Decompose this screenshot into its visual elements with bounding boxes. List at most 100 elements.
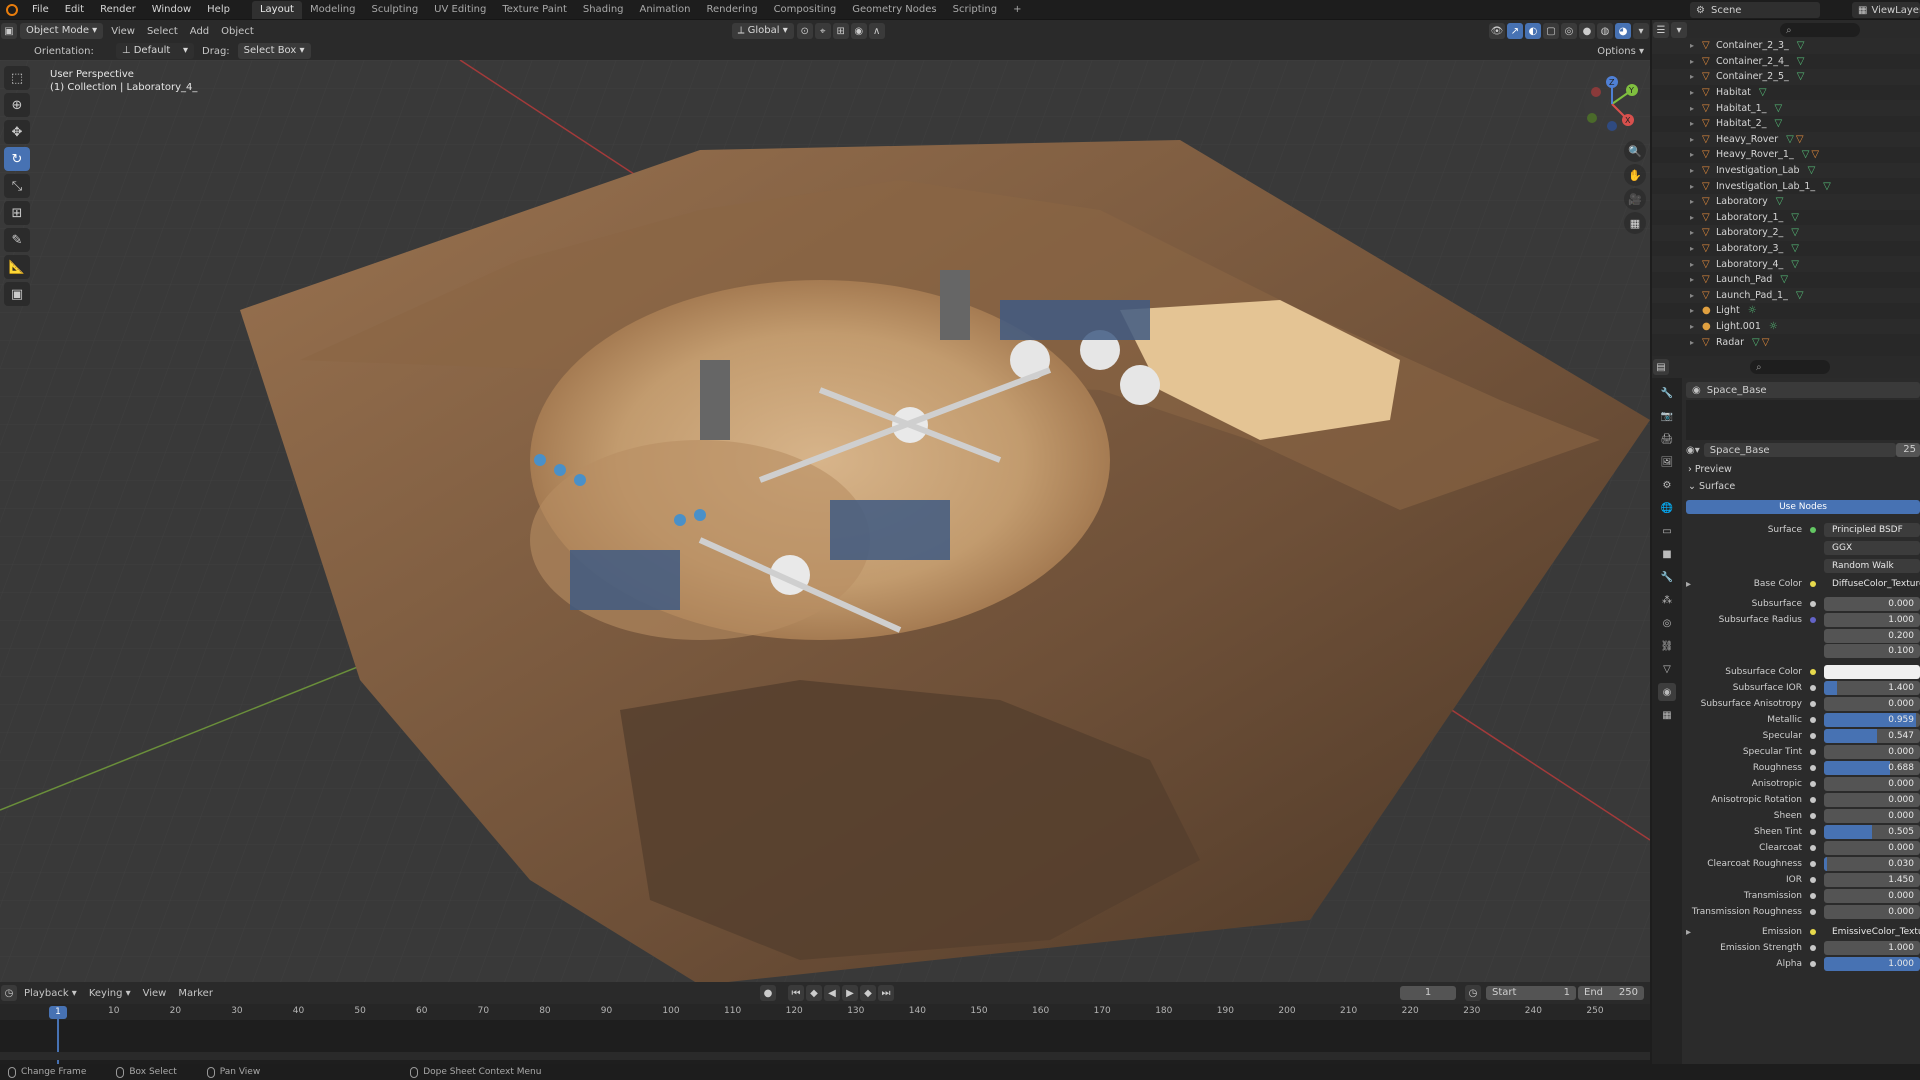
mesh-data-icon[interactable]: ▽ (1797, 56, 1805, 67)
bsdf-input-value-field[interactable]: 0.030 (1824, 857, 1920, 871)
timeline-ruler[interactable]: 10 20 30 40 50 60 70 80 90 100 110 120 130 140 150 160 1… (0, 1004, 1650, 1020)
material-users-count[interactable]: 25 (1896, 443, 1920, 457)
jump-start-icon[interactable]: ⏮ (787, 985, 804, 1001)
add-cube-tool-icon[interactable]: ▣ (4, 282, 30, 306)
next-keyframe-icon[interactable]: ◆ (859, 985, 876, 1001)
transform-tool-icon[interactable]: ⊞ (4, 201, 30, 225)
rotate-tool-icon[interactable]: ↻ (4, 147, 30, 171)
outliner-item[interactable]: ▸ ● Light.001 ☼ (1652, 318, 1920, 335)
outliner-display-mode-icon[interactable]: ▾ (1671, 22, 1687, 38)
menu-help[interactable]: Help (199, 0, 238, 20)
start-frame-field[interactable]: Start 1 (1486, 986, 1576, 1000)
proportional-editing-icon[interactable]: ◉ (850, 23, 867, 39)
mesh-data-icon[interactable]: ▽ (1791, 243, 1799, 254)
tab-sculpting[interactable]: Sculpting (363, 1, 426, 19)
tab-scripting[interactable]: Scripting (945, 1, 1005, 19)
input-socket-icon[interactable] (1810, 685, 1816, 691)
falloff-icon[interactable]: ∧ (868, 23, 885, 39)
bsdf-input-value-field[interactable]: 0.000 (1824, 745, 1920, 759)
shading-solid-icon[interactable]: ● (1579, 23, 1595, 39)
expand-arrow-icon[interactable]: ▸ (1690, 228, 1694, 237)
expand-arrow-icon[interactable]: ▸ (1690, 104, 1694, 113)
input-socket-icon[interactable] (1810, 765, 1816, 771)
mesh-data-icon[interactable]: ▽ (1823, 181, 1831, 192)
input-socket-icon[interactable] (1810, 617, 1816, 623)
outliner-item[interactable]: ▸ ▽ Habitat_1_ ▽ (1652, 100, 1920, 116)
mesh-data-icon[interactable]: ▽ (1791, 227, 1799, 238)
expand-arrow-icon[interactable]: ▸ (1690, 306, 1694, 315)
input-socket-icon[interactable] (1810, 877, 1816, 883)
bsdf-input-value-field[interactable]: 0.200 (1824, 629, 1920, 643)
expand-arrow-icon[interactable]: ▸ (1690, 213, 1694, 222)
timeline-editor-type-icon[interactable]: ◷ (1, 985, 17, 1001)
bsdf-input-value-field[interactable]: 0.000 (1824, 597, 1920, 611)
properties-search-input[interactable]: ⌕ (1750, 360, 1830, 374)
tab-uv-editing[interactable]: UV Editing (426, 1, 494, 19)
mesh-data-icon[interactable]: ▽ (1752, 337, 1760, 348)
input-socket-icon[interactable] (1810, 861, 1816, 867)
shading-rendered-icon[interactable]: ◕ (1615, 23, 1631, 39)
mesh-data-icon[interactable]: ▽ (1791, 259, 1799, 270)
expand-arrow-icon[interactable]: ▸ (1690, 291, 1694, 300)
shading-material-icon[interactable]: ◍ (1597, 23, 1613, 39)
outliner-item[interactable]: ▸ ▽ Laboratory ▽ (1652, 193, 1920, 210)
bsdf-input-value-field[interactable]: 1.000 (1824, 613, 1920, 627)
outliner-item[interactable]: ▸ ▽ Container_2_4_ ▽ (1652, 54, 1920, 70)
input-socket-icon[interactable] (1810, 945, 1816, 951)
mesh-data-icon[interactable]: ▽ (1786, 134, 1794, 145)
input-socket-icon[interactable] (1810, 961, 1816, 967)
bsdf-input-value-field[interactable]: 0.000 (1824, 777, 1920, 791)
expand-arrow-icon[interactable]: ▸ (1690, 41, 1694, 50)
input-socket-icon[interactable] (1810, 893, 1816, 899)
viewport-menu-select[interactable]: Select (141, 26, 184, 37)
cursor-tool-icon[interactable]: ⊕ (4, 93, 30, 117)
mesh-data-icon[interactable]: ▽ (1808, 165, 1816, 176)
input-socket-icon[interactable] (1810, 813, 1816, 819)
mesh-data-icon[interactable]: ▽ (1797, 71, 1805, 82)
timeline-menu-keying[interactable]: Keying ▾ (83, 988, 137, 999)
properties-editor-type-icon[interactable]: ▤ (1653, 359, 1669, 375)
input-socket-icon[interactable] (1810, 669, 1816, 675)
current-frame-field[interactable]: 1 (1400, 986, 1456, 1000)
render-tab-icon[interactable]: 📷 (1658, 407, 1676, 425)
subsurface-method-dropdown[interactable]: Random Walk (1824, 559, 1920, 573)
pivot-point-icon[interactable]: ⊙ (796, 23, 813, 39)
tab-modeling[interactable]: Modeling (302, 1, 364, 19)
preview-range-icon[interactable]: ◷ (1465, 985, 1481, 1001)
outliner-item[interactable]: ▸ ▽ Container_2_3_ ▽ (1652, 38, 1920, 54)
bsdf-input-value-field[interactable]: 0.000 (1824, 841, 1920, 855)
measure-tool-icon[interactable]: 📐 (4, 255, 30, 279)
input-socket-icon[interactable] (1810, 781, 1816, 787)
material-browse-icon[interactable]: ◉▾ (1686, 445, 1700, 456)
menu-file[interactable]: File (24, 0, 57, 20)
play-icon[interactable]: ▶ (841, 985, 858, 1001)
move-tool-icon[interactable]: ✥ (4, 120, 30, 144)
color-socket-icon[interactable] (1810, 581, 1816, 587)
expand-arrow-icon[interactable]: ▸ (1690, 275, 1694, 284)
expand-arrow-icon[interactable]: ▸ (1686, 579, 1691, 590)
bsdf-input-value-field[interactable]: 1.000 (1824, 957, 1920, 971)
expand-arrow-icon[interactable]: ▸ (1690, 197, 1694, 206)
bsdf-input-value-field[interactable] (1824, 665, 1920, 679)
play-reverse-icon[interactable]: ◀ (823, 985, 840, 1001)
timeline-scrollbar[interactable] (0, 1052, 1650, 1060)
bsdf-input-value-field[interactable]: 0.000 (1824, 793, 1920, 807)
collection-tab-icon[interactable]: ▭ (1658, 522, 1676, 540)
editor-type-icon[interactable]: ▣ (1, 23, 17, 39)
menu-window[interactable]: Window (144, 0, 199, 20)
3d-viewport[interactable]: ⬚ ⊕ ✥ ↻ ⤡ ⊞ ✎ 📐 ▣ User Perspective (1) C… (0, 60, 1650, 982)
mesh-data-icon[interactable]: ▽ (1759, 87, 1767, 98)
expand-arrow-icon[interactable]: ▸ (1690, 260, 1694, 269)
object-tab-icon[interactable]: ■ (1658, 545, 1676, 563)
bsdf-input-value-field[interactable]: 1.000 (1824, 941, 1920, 955)
tab-shading[interactable]: Shading (575, 1, 632, 19)
outliner-item[interactable]: ▸ ▽ Laboratory_3_ ▽ (1652, 241, 1920, 257)
particles-tab-icon[interactable]: ⁂ (1658, 591, 1676, 609)
mode-dropdown[interactable]: Object Mode ▾ (20, 23, 104, 39)
material-icon[interactable]: ▽ (1811, 149, 1825, 160)
orientation-dropdown[interactable]: ⊥ Default ▾ (115, 43, 195, 59)
options-dropdown[interactable]: Options ▾ (1591, 46, 1650, 57)
outliner-item[interactable]: ▸ ▽ Habitat_2_ ▽ (1652, 116, 1920, 132)
material-icon[interactable]: ▽ (1796, 134, 1810, 145)
menu-edit[interactable]: Edit (57, 0, 92, 20)
